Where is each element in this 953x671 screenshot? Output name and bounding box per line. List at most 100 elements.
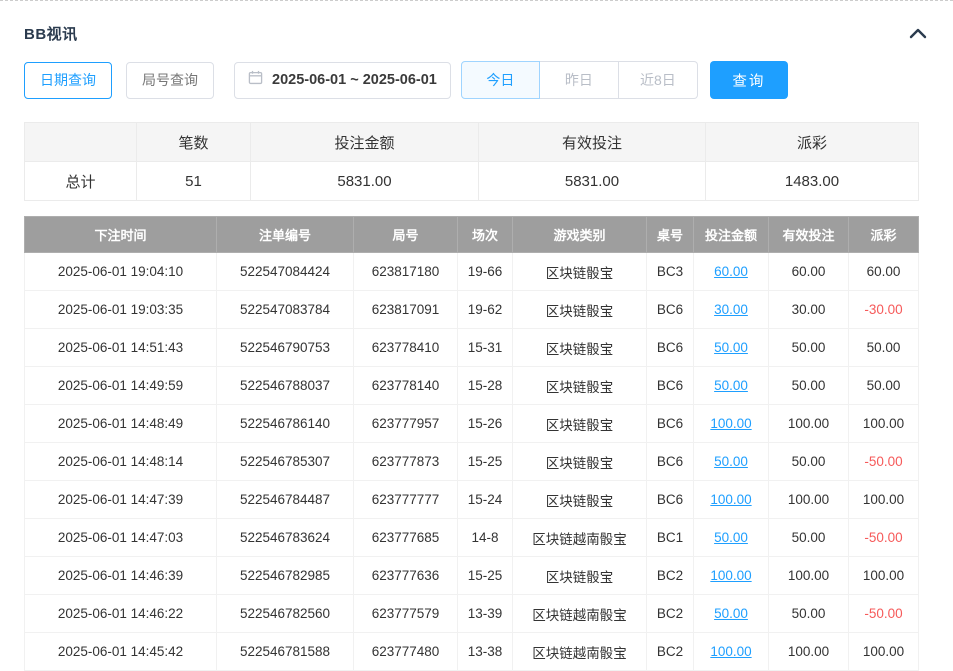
bet-table-cell: BC6 — [647, 405, 694, 443]
bet-table-cell: 522547084424 — [217, 253, 354, 291]
summary-table: 笔数 投注金额 有效投注 派彩 总计 51 5831.00 5831.00 14… — [24, 122, 919, 201]
bet-table-cell: 100.00 — [849, 633, 919, 671]
bet-table-cell: 区块链骰宝 — [513, 443, 647, 481]
date-range-input[interactable]: 2025-06-01 ~ 2025-06-01 — [234, 62, 451, 99]
bet-table-cell: 30.00 — [769, 291, 849, 329]
bet-table-cell: 100.00 — [849, 405, 919, 443]
bet-table-cell: BC3 — [647, 253, 694, 291]
quick-date-filter: 今日 昨日 近8日 — [461, 61, 698, 99]
bet-table-cell: 50.00 — [769, 443, 849, 481]
bet-table-cell: -30.00 — [849, 291, 919, 329]
bet-amount-link[interactable]: 50.00 — [694, 329, 769, 367]
bet-table-header-cell: 下注时间 — [25, 217, 217, 253]
chevron-up-icon — [909, 27, 927, 39]
quick-yesterday-button[interactable]: 昨日 — [540, 61, 619, 99]
bet-table-cell: 2025-06-01 14:48:14 — [25, 443, 217, 481]
bet-table-row: 2025-06-01 14:51:43522546790753623778410… — [25, 329, 919, 367]
bet-table-body: 2025-06-01 19:04:10522547084424623817180… — [25, 253, 919, 671]
bet-table-cell: BC6 — [647, 443, 694, 481]
bet-table-cell: 522546788037 — [217, 367, 354, 405]
bet-table-cell: 623777480 — [354, 633, 458, 671]
summary-total-row: 总计 51 5831.00 5831.00 1483.00 — [25, 162, 919, 201]
date-query-button[interactable]: 日期查询 — [24, 62, 112, 99]
bet-amount-link[interactable]: 50.00 — [694, 367, 769, 405]
bet-table-cell: 区块链越南骰宝 — [513, 633, 647, 671]
summary-count: 51 — [137, 162, 251, 201]
bet-table-row: 2025-06-01 14:47:03522546783624623777685… — [25, 519, 919, 557]
bet-table-cell: 623777685 — [354, 519, 458, 557]
summary-header-cell: 投注金额 — [251, 123, 479, 162]
bet-table-cell: -50.00 — [849, 443, 919, 481]
bet-table-row: 2025-06-01 19:04:10522547084424623817180… — [25, 253, 919, 291]
bet-table-cell: 623778140 — [354, 367, 458, 405]
bet-table-row: 2025-06-01 19:03:35522547083784623817091… — [25, 291, 919, 329]
bet-amount-link[interactable]: 50.00 — [694, 595, 769, 633]
bet-table-cell: 623777636 — [354, 557, 458, 595]
bet-table-cell: BC6 — [647, 481, 694, 519]
summary-header-cell: 有效投注 — [479, 123, 706, 162]
bet-table-cell: 100.00 — [769, 557, 849, 595]
bet-table-cell: 19-66 — [458, 253, 513, 291]
bet-table-header-cell: 桌号 — [647, 217, 694, 253]
bet-table-cell: 15-26 — [458, 405, 513, 443]
bet-amount-link[interactable]: 100.00 — [694, 633, 769, 671]
collapse-panel-button[interactable] — [907, 22, 929, 44]
bet-amount-link[interactable]: 100.00 — [694, 481, 769, 519]
bet-table-header-cell: 游戏类别 — [513, 217, 647, 253]
bet-table-row: 2025-06-01 14:46:39522546782985623777636… — [25, 557, 919, 595]
bet-table-cell: BC6 — [647, 291, 694, 329]
bet-amount-link[interactable]: 60.00 — [694, 253, 769, 291]
bet-table-cell: BC6 — [647, 367, 694, 405]
bet-amount-link[interactable]: 50.00 — [694, 443, 769, 481]
round-query-button[interactable]: 局号查询 — [126, 62, 214, 99]
top-divider — [0, 0, 953, 1]
bet-table-cell: 522546784487 — [217, 481, 354, 519]
bet-table-cell: 2025-06-01 14:46:39 — [25, 557, 217, 595]
bet-amount-link[interactable]: 100.00 — [694, 557, 769, 595]
bet-table-header-cell: 注单编号 — [217, 217, 354, 253]
bet-table-cell: 522546790753 — [217, 329, 354, 367]
bet-table-header-cell: 投注金额 — [694, 217, 769, 253]
bet-table-cell: 522546786140 — [217, 405, 354, 443]
bet-table-row: 2025-06-01 14:45:42522546781588623777480… — [25, 633, 919, 671]
bet-table-cell: 50.00 — [769, 595, 849, 633]
bet-table-cell: BC2 — [647, 633, 694, 671]
bet-table-cell: BC2 — [647, 595, 694, 633]
summary-payout: 1483.00 — [706, 162, 919, 201]
bet-table-cell: 15-24 — [458, 481, 513, 519]
bet-table-cell: 区块链越南骰宝 — [513, 595, 647, 633]
bet-table-cell: 13-39 — [458, 595, 513, 633]
bet-table-cell: 60.00 — [769, 253, 849, 291]
panel-header: BB视讯 — [24, 22, 929, 44]
bet-table-cell: 区块链骰宝 — [513, 557, 647, 595]
bet-amount-link[interactable]: 30.00 — [694, 291, 769, 329]
summary-total-label: 总计 — [25, 162, 137, 201]
summary-bet-amount: 5831.00 — [251, 162, 479, 201]
quick-last8days-button[interactable]: 近8日 — [619, 61, 698, 99]
bet-table-cell: 15-31 — [458, 329, 513, 367]
bet-table-row: 2025-06-01 14:48:49522546786140623777957… — [25, 405, 919, 443]
bet-table-row: 2025-06-01 14:46:22522546782560623777579… — [25, 595, 919, 633]
bet-table-row: 2025-06-01 14:48:14522546785307623777873… — [25, 443, 919, 481]
bet-table-cell: 2025-06-01 19:04:10 — [25, 253, 217, 291]
bet-table-cell: 区块链骰宝 — [513, 253, 647, 291]
bet-amount-link[interactable]: 100.00 — [694, 405, 769, 443]
bet-table-cell: 100.00 — [769, 633, 849, 671]
bet-table-cell: 522547083784 — [217, 291, 354, 329]
bet-table-cell: 区块链越南骰宝 — [513, 519, 647, 557]
summary-header-cell: 笔数 — [137, 123, 251, 162]
bet-table-cell: 15-25 — [458, 557, 513, 595]
bet-table-header-row: 下注时间注单编号局号场次游戏类别桌号投注金额有效投注派彩 — [25, 217, 919, 253]
search-button[interactable]: 查询 — [710, 61, 788, 99]
bet-table: 下注时间注单编号局号场次游戏类别桌号投注金额有效投注派彩 2025-06-01 … — [24, 216, 919, 671]
summary-valid-bet: 5831.00 — [479, 162, 706, 201]
bet-table-cell: BC1 — [647, 519, 694, 557]
bet-table-cell: 522546785307 — [217, 443, 354, 481]
bet-table-cell: 623817091 — [354, 291, 458, 329]
bet-table-header-cell: 派彩 — [849, 217, 919, 253]
summary-header-cell: 派彩 — [706, 123, 919, 162]
bet-amount-link[interactable]: 50.00 — [694, 519, 769, 557]
bet-table-header-cell: 局号 — [354, 217, 458, 253]
summary-header-cell — [25, 123, 137, 162]
quick-today-button[interactable]: 今日 — [461, 61, 540, 99]
